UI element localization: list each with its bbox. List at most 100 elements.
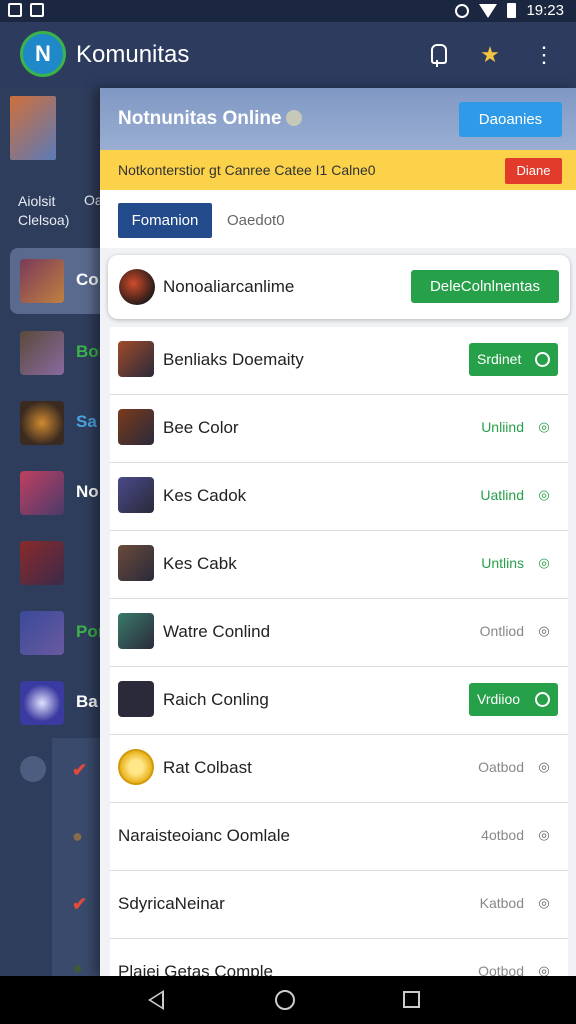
- list-item-name: SdyricaNeinar: [118, 894, 225, 913]
- featured-avatar: [119, 269, 155, 305]
- app-logo: N: [20, 31, 66, 77]
- game-thumbnail: [20, 611, 64, 655]
- game-thumbnail: [118, 749, 154, 785]
- status-bar: 19:23: [0, 0, 576, 22]
- app-title: Komunitas: [76, 41, 190, 68]
- notice-dismiss-button[interactable]: Diane: [505, 158, 562, 184]
- left-list-label: Ba: [76, 692, 98, 711]
- status-indicator-icon[interactable]: ◎: [536, 555, 552, 571]
- status-time: 19:23: [526, 2, 564, 19]
- list-item-name: Naraisteoianc Oomlale: [118, 826, 290, 845]
- game-thumbnail: [20, 259, 64, 303]
- list-item-status: Ootbod: [478, 963, 524, 976]
- list-item[interactable]: Bee Color Unliind ◎: [110, 395, 568, 463]
- banner-caption-line1: Aiolsit: [18, 193, 56, 209]
- game-thumbnail: [118, 545, 154, 581]
- list-item-status: Oatbod: [478, 759, 524, 775]
- red-arrow-icon: ✔: [72, 760, 88, 780]
- header-action-button[interactable]: Daoanies: [459, 102, 562, 137]
- list-item-action-label: Srdinet: [477, 351, 522, 367]
- status-indicator-icon[interactable]: ◎: [536, 759, 552, 775]
- image-notification-icon: [8, 3, 22, 17]
- status-indicator-icon[interactable]: ◎: [536, 419, 552, 435]
- tab-active[interactable]: Fomanion: [118, 203, 212, 238]
- check-circle-icon: [535, 692, 550, 707]
- list-item-name: Benliaks Doemaity: [163, 350, 304, 369]
- list-item-status: Unliind: [481, 419, 524, 435]
- list-item-action-button[interactable]: Vrdiioo: [469, 683, 558, 716]
- featured-action-button[interactable]: DeleColnlnentas: [411, 270, 559, 303]
- app-bar: N Komunitas ★ ⋮: [0, 22, 576, 88]
- community-banner-image[interactable]: [10, 96, 56, 160]
- community-list: Benliaks Doemaity Srdinet Bee Color Unliind…: [110, 327, 568, 976]
- system-navigation-bar: [0, 976, 576, 1024]
- game-thumbnail: [118, 409, 154, 445]
- background-community-list: Aiolsit Clelsoa) Oa Co Bon Sa No Por Ba …: [0, 88, 109, 978]
- community-sheet: Notnunitas Online Daoanies Notkonterstio…: [100, 88, 576, 976]
- settings-icon[interactable]: [20, 756, 46, 782]
- pin-icon[interactable]: [425, 42, 449, 68]
- game-thumbnail: [20, 471, 64, 515]
- left-list-item[interactable]: Bon: [0, 320, 109, 386]
- status-indicator-icon[interactable]: ◎: [536, 487, 552, 503]
- left-list-item[interactable]: No: [0, 460, 100, 526]
- back-icon[interactable]: [148, 990, 164, 1010]
- game-thumbnail: [118, 613, 154, 649]
- left-list-label: Co: [76, 270, 99, 289]
- notification-icons: [8, 3, 44, 17]
- list-item-name: Watre Conlind: [163, 622, 271, 641]
- tab-inactive[interactable]: Oaedot0: [227, 212, 285, 229]
- list-item-status: Uatlind: [480, 487, 524, 503]
- avatar-icon: ●: [72, 826, 83, 846]
- left-list-item[interactable]: Sa: [0, 390, 100, 456]
- status-indicator-icon[interactable]: ◎: [536, 963, 552, 976]
- list-item-status: Katbod: [479, 895, 524, 911]
- list-item-name: Kes Cadok: [163, 486, 247, 505]
- list-item-action-button[interactable]: Srdinet: [469, 343, 558, 376]
- featured-community-card[interactable]: Nonoaliarcanlime DeleColnlnentas: [108, 255, 570, 319]
- sheet-title-text: Notnunitas Online: [118, 108, 282, 129]
- left-list-item[interactable]: [0, 530, 100, 596]
- app-notification-icon: [30, 3, 44, 17]
- list-item[interactable]: Plaiei Getas Comple Ootbod ◎: [110, 939, 568, 976]
- game-thumbnail: [20, 681, 64, 725]
- list-item-name: Rat Colbast: [163, 758, 252, 777]
- list-item[interactable]: Watre Conlind Ontliod ◎: [110, 599, 568, 667]
- status-indicator-icon[interactable]: ◎: [536, 895, 552, 911]
- left-list-item[interactable]: Por: [0, 600, 104, 666]
- notice-text: Notkonterstior gt Canree Catee I1 Calne0: [118, 162, 376, 178]
- list-item[interactable]: Raich Conling Vrdiioo: [110, 667, 568, 735]
- left-list-label: Sa: [76, 412, 97, 431]
- list-item[interactable]: Kes Cadok Uatlind ◎: [110, 463, 568, 531]
- battery-icon: [507, 3, 517, 18]
- left-list-item[interactable]: Ba: [0, 670, 100, 736]
- banner-caption: Aiolsit Clelsoa): [18, 192, 69, 230]
- list-item[interactable]: Naraisteoianc Oomlale 4otbod ◎: [110, 803, 568, 871]
- list-item-name: Plaiei Getas Comple: [118, 962, 273, 976]
- recent-apps-icon[interactable]: [403, 991, 420, 1008]
- tab-bar: Fomanion Oaedot0: [100, 190, 576, 248]
- game-thumbnail: [20, 401, 64, 445]
- game-thumbnail: [118, 681, 154, 717]
- list-item-name: Bee Color: [163, 418, 239, 437]
- featured-name: Nonoaliarcanlime: [163, 277, 295, 296]
- more-options-icon[interactable]: ⋮: [532, 42, 556, 68]
- game-thumbnail: [20, 541, 64, 585]
- status-indicator-icon[interactable]: ◎: [536, 623, 552, 639]
- avatar-icon: ●: [72, 958, 83, 978]
- list-item[interactable]: Rat Colbast Oatbod ◎: [110, 735, 568, 803]
- list-item[interactable]: SdyricaNeinar Katbod ◎: [110, 871, 568, 939]
- list-item-status: Ontliod: [479, 623, 524, 639]
- list-item[interactable]: Kes Cabk Untlins ◎: [110, 531, 568, 599]
- list-item-status: 4otbod: [481, 827, 524, 843]
- wifi-icon: [479, 3, 498, 18]
- list-item-name: Raich Conling: [163, 690, 269, 709]
- status-indicator-icon[interactable]: ◎: [536, 827, 552, 843]
- key-icon[interactable]: ★: [478, 42, 502, 68]
- home-icon[interactable]: [275, 990, 295, 1010]
- left-list-item[interactable]: Co: [10, 248, 100, 314]
- check-circle-icon: [535, 352, 550, 367]
- list-item-status: Untlins: [481, 555, 524, 571]
- list-item-action-label: Vrdiioo: [477, 691, 521, 707]
- list-item[interactable]: Benliaks Doemaity Srdinet: [110, 327, 568, 395]
